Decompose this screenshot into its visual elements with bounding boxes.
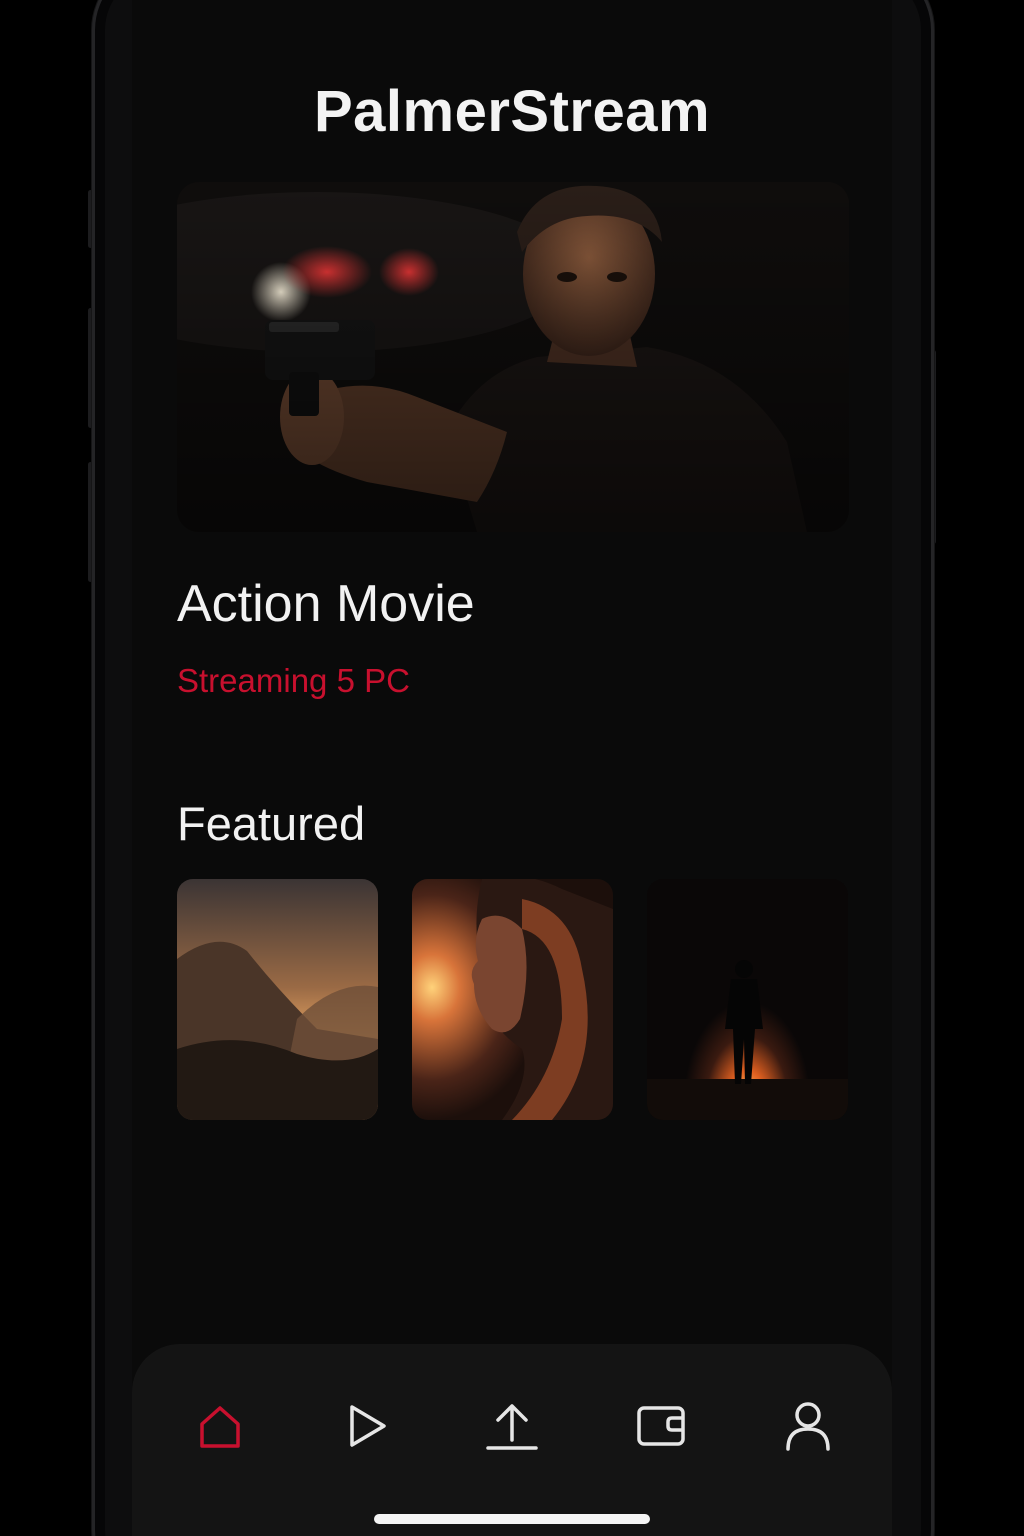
- nav-home[interactable]: [190, 1396, 250, 1456]
- woman-sunset-portrait-image: [412, 879, 613, 1120]
- figure-fire-silhouette-image: [647, 879, 848, 1120]
- app-screen: PalmerStream Action Movie Streaming 5 PC…: [132, 0, 892, 1536]
- wallet-icon: [637, 1406, 685, 1446]
- hero-title: Action Movie: [177, 575, 475, 633]
- nav-upload[interactable]: [482, 1396, 542, 1456]
- hero-banner[interactable]: [177, 182, 849, 532]
- home-icon: [200, 1406, 240, 1448]
- featured-heading: Featured: [177, 797, 366, 850]
- play-icon: [350, 1405, 386, 1447]
- home-indicator[interactable]: [374, 1514, 650, 1524]
- hero-subtitle: Streaming 5 PC: [177, 662, 410, 699]
- nav-profile[interactable]: [778, 1396, 838, 1456]
- hero-action-image: [177, 182, 849, 532]
- nav-wallet[interactable]: [631, 1396, 691, 1456]
- upload-icon: [486, 1404, 538, 1450]
- bottom-nav: [132, 1344, 892, 1536]
- mountain-sunset-image: [177, 879, 378, 1120]
- featured-item-mountain[interactable]: [177, 879, 378, 1120]
- app-title: PalmerStream: [313, 79, 711, 144]
- featured-item-fire[interactable]: [647, 879, 848, 1120]
- profile-icon: [786, 1402, 830, 1451]
- nav-play[interactable]: [336, 1396, 396, 1456]
- featured-item-portrait[interactable]: [412, 879, 613, 1120]
